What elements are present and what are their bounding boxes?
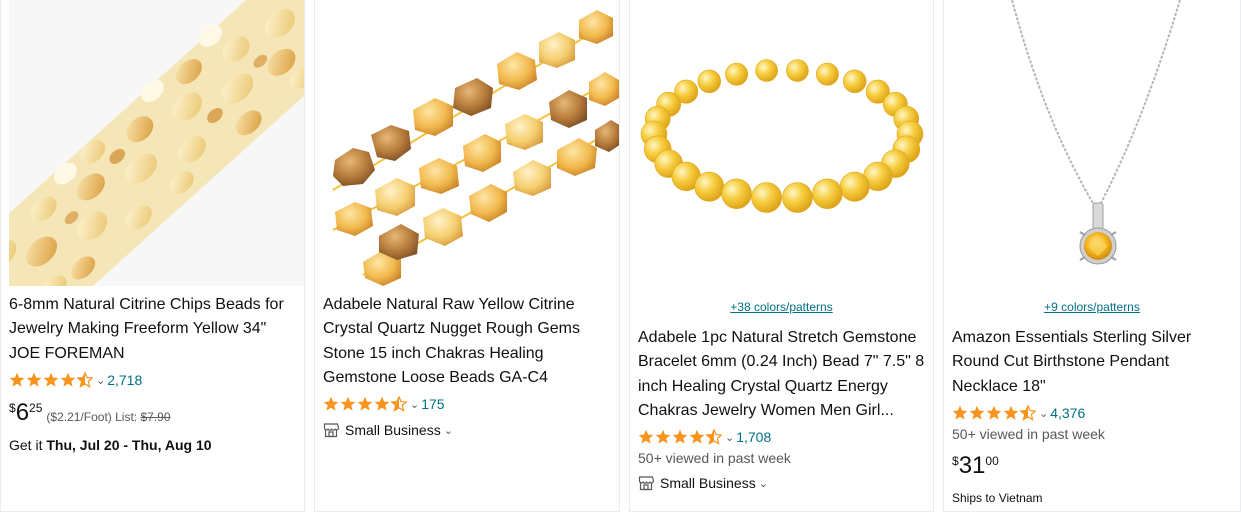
product-card-4: +9 colors/patterns Amazon Essentials Ste… [943,0,1241,512]
pendant-necklace-photo [944,0,1240,286]
product-image-citrine-bracelet[interactable] [630,0,933,286]
product-card-3: +38 colors/patterns Adabele 1pc Natural … [629,0,934,512]
product-title[interactable]: Amazon Essentials Sterling Silver Round … [952,326,1236,399]
chevron-down-icon[interactable]: ⌄ [759,477,768,490]
product-title[interactable]: 6-8mm Natural Citrine Chips Beads for Je… [9,293,300,366]
price-whole: 6 [15,399,30,426]
citrine-chips-photo [9,0,304,286]
star-rating-icon[interactable] [323,396,407,412]
bead [725,62,749,86]
price-symbol: $ [952,454,959,468]
product-title[interactable]: Adabele Natural Raw Yellow Citrine Cryst… [323,293,615,390]
small-business-badge[interactable]: Small Business ⌄ [638,475,770,491]
price[interactable]: $ 31 00 [952,454,999,478]
viewed-recently: 50+ viewed in past week [638,450,791,466]
chevron-down-icon[interactable]: ⌄ [96,374,105,387]
small-business-label: Small Business [345,422,441,438]
price-whole: 31 [958,452,986,479]
bead [782,182,813,213]
bead [755,59,778,82]
rating-row: ⌄ 175 [323,395,445,413]
rating-count-link[interactable]: 4,376 [1050,405,1085,421]
bead [812,178,843,210]
shipping-info: Ships to Vietnam [952,491,1043,505]
colors-patterns-link[interactable]: +38 colors/patterns [630,300,933,314]
product-image-citrine-chips[interactable] [9,0,304,286]
bead [843,69,867,94]
product-image-raw-citrine-beads[interactable] [323,0,619,286]
raw-citrine-beads-photo [323,0,619,286]
chevron-down-icon[interactable]: ⌄ [444,424,453,437]
rating-count-link[interactable]: 2,718 [107,372,142,388]
price[interactable]: $ 6 25 ($2.21/Foot) List: $7.90 [9,401,171,425]
rating-row: ⌄ 1,708 [638,428,771,446]
rating-row: ⌄ 4,376 [952,404,1085,422]
product-card-2: Adabele Natural Raw Yellow Citrine Cryst… [314,0,620,512]
colors-patterns-link[interactable]: +9 colors/patterns [944,300,1240,314]
citrine-bracelet-photo [630,0,933,286]
product-card-1: 6-8mm Natural Citrine Chips Beads for Je… [0,0,305,512]
star-rating-icon[interactable] [638,429,722,445]
delivery-dates: Thu, Jul 20 - Thu, Aug 10 [46,437,212,453]
small-business-label: Small Business [660,475,756,491]
chevron-down-icon[interactable]: ⌄ [1039,407,1048,420]
delivery-prefix: Get it [9,437,43,453]
price-fraction: 25 [29,401,43,415]
star-rating-icon[interactable] [952,405,1036,421]
price-fraction: 00 [985,454,999,468]
delivery-info: Get it Thu, Jul 20 - Thu, Aug 10 [9,437,212,453]
bead [751,182,782,213]
bead [786,59,809,82]
list-price: $7.90 [140,410,171,424]
storefront-icon [638,476,654,491]
list-label: List: [115,410,138,424]
chevron-down-icon[interactable]: ⌄ [725,431,734,444]
viewed-recently: 50+ viewed in past week [952,426,1105,442]
small-business-badge[interactable]: Small Business ⌄ [323,422,455,438]
star-rating-icon[interactable] [9,372,93,388]
unit-price: ($2.21/Foot) List: $7.90 [46,410,170,424]
price-symbol: $ [9,401,16,415]
rating-row: ⌄ 2,718 [9,371,142,389]
product-title[interactable]: Adabele 1pc Natural Stretch Gemstone Bra… [638,326,929,423]
rating-count-link[interactable]: 175 [421,396,444,412]
chevron-down-icon[interactable]: ⌄ [410,398,419,411]
bead [721,178,752,210]
bead [839,171,870,202]
bead [694,171,725,202]
storefront-icon [323,423,339,438]
bead [815,62,839,86]
product-image-pendant-necklace[interactable] [944,0,1240,286]
bead [697,69,722,94]
rating-count-link[interactable]: 1,708 [736,429,771,445]
unit-price-text: ($2.21/Foot) [46,410,112,424]
